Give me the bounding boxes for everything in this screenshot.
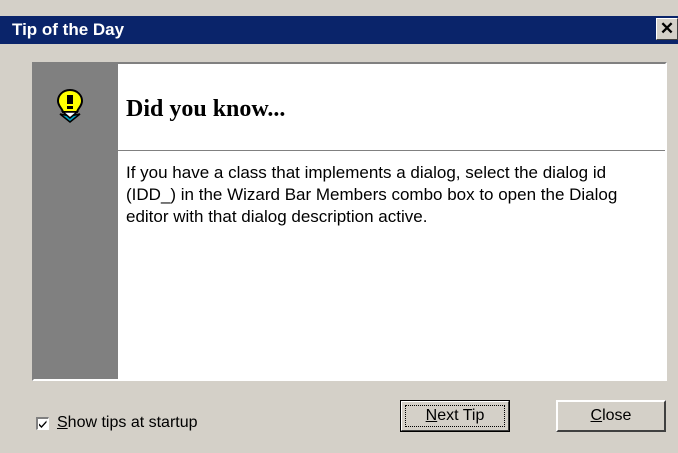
close-button[interactable]: Close <box>556 400 666 432</box>
show-tips-label: Show tips at startup <box>57 414 198 432</box>
show-tips-label-mnemonic: S <box>57 414 68 431</box>
heading-divider <box>118 150 665 151</box>
focus-rectangle <box>405 405 505 427</box>
close-label: lose <box>602 407 632 424</box>
tip-body-text: If you have a class that implements a di… <box>126 163 618 226</box>
tip-panel: Did you know... If you have a class that… <box>32 62 667 381</box>
show-tips-checkbox[interactable] <box>36 416 49 430</box>
tip-of-the-day-dialog: Tip of the Day ✕ Did you know... If you … <box>0 0 678 453</box>
close-mnemonic: C <box>590 407 603 424</box>
next-tip-button[interactable]: Next Tip <box>400 400 510 432</box>
title-bar[interactable]: Tip of the Day ✕ <box>0 16 678 44</box>
dialog-title: Tip of the Day <box>12 20 125 39</box>
tip-sidebar <box>34 64 118 379</box>
tip-heading: Did you know... <box>126 96 286 122</box>
checkmark-icon <box>39 420 47 428</box>
show-tips-checkbox-row[interactable]: Show tips at startup <box>36 413 198 433</box>
lightbulb-icon <box>56 88 84 123</box>
show-tips-label-rest: how tips at startup <box>67 414 198 431</box>
close-icon[interactable]: ✕ <box>656 18 678 40</box>
